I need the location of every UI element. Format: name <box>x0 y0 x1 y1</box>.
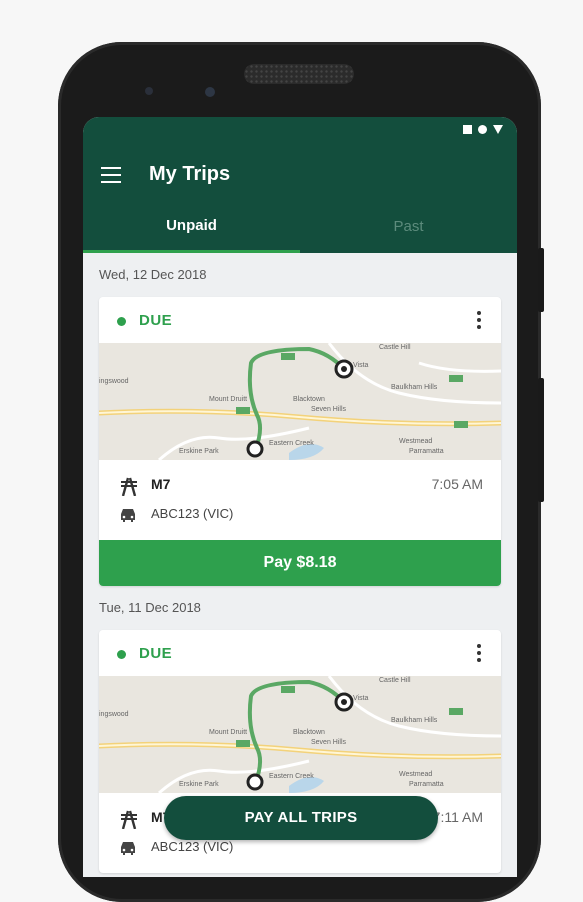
status-bar <box>83 117 517 143</box>
svg-text:Baulkham Hills: Baulkham Hills <box>391 384 438 391</box>
road-name: M7 <box>151 476 171 492</box>
svg-text:Seven Hills: Seven Hills <box>311 406 347 413</box>
svg-text:Parramatta: Parramatta <box>409 781 444 788</box>
app-bar: My Trips Unpaid Past <box>83 143 517 253</box>
svg-text:Westmead: Westmead <box>399 438 432 445</box>
front-camera <box>205 87 215 97</box>
speaker-grille <box>244 64 354 84</box>
sensor <box>145 87 153 95</box>
status-dot-icon <box>117 650 126 659</box>
status-badge: DUE <box>139 312 173 329</box>
circle-icon <box>478 125 487 134</box>
date-header: Wed, 12 Dec 2018 <box>99 267 207 282</box>
svg-text:Baulkham Hills: Baulkham Hills <box>391 717 438 724</box>
svg-text:ingswood: ingswood <box>99 711 129 718</box>
trip-time: 7:11 AM <box>432 809 483 825</box>
square-icon <box>463 125 472 134</box>
tab-bar: Unpaid Past <box>83 203 517 253</box>
power-button <box>538 248 544 312</box>
svg-text:Vista: Vista <box>353 695 369 702</box>
triangle-icon <box>493 125 503 134</box>
svg-text:ingswood: ingswood <box>99 378 129 385</box>
svg-text:Blacktown: Blacktown <box>293 729 325 736</box>
license-plate: ABC123 (VIC) <box>151 506 234 521</box>
svg-text:Mount Druitt: Mount Druitt <box>209 729 247 736</box>
pay-button[interactable]: Pay $8.18 <box>99 540 501 586</box>
car-icon <box>121 509 135 522</box>
svg-text:Erskine Park: Erskine Park <box>179 448 219 455</box>
svg-text:Mount Druitt: Mount Druitt <box>209 396 247 403</box>
svg-text:Eastern Creek: Eastern Creek <box>269 773 314 780</box>
svg-text:Castle Hill: Castle Hill <box>379 677 411 684</box>
trip-time: 7:05 AM <box>431 476 483 492</box>
screen: My Trips Unpaid Past Wed, 12 Dec 2018 DU… <box>83 117 517 877</box>
motorway-icon <box>121 477 137 496</box>
pay-all-trips-button[interactable]: PAY ALL TRIPS <box>164 796 438 840</box>
svg-text:Castle Hill: Castle Hill <box>379 344 411 351</box>
hamburger-menu-icon[interactable] <box>101 167 121 183</box>
svg-text:Blacktown: Blacktown <box>293 396 325 403</box>
license-plate: ABC123 (VIC) <box>151 839 234 854</box>
status-badge: DUE <box>139 645 173 662</box>
tab-unpaid[interactable]: Unpaid <box>83 203 300 253</box>
svg-text:Erskine Park: Erskine Park <box>179 781 219 788</box>
route-map: Castle Hill Vista Baulkham Hills Blackto… <box>99 676 501 793</box>
tab-past[interactable]: Past <box>300 203 517 253</box>
svg-text:Eastern Creek: Eastern Creek <box>269 440 314 447</box>
more-options-icon[interactable] <box>477 644 481 664</box>
svg-text:Vista: Vista <box>353 362 369 369</box>
status-dot-icon <box>117 317 126 326</box>
trip-list: Wed, 12 Dec 2018 DUE Castle Hill Vista B… <box>83 253 517 873</box>
svg-text:Seven Hills: Seven Hills <box>311 739 347 746</box>
page-title: My Trips <box>149 163 231 185</box>
svg-text:Parramatta: Parramatta <box>409 448 444 455</box>
car-icon <box>121 842 135 855</box>
volume-button <box>538 378 544 502</box>
svg-text:Westmead: Westmead <box>399 771 432 778</box>
more-options-icon[interactable] <box>477 311 481 331</box>
route-map: Castle Hill Vista Baulkham Hills Blackto… <box>99 343 501 460</box>
date-header: Tue, 11 Dec 2018 <box>99 600 201 615</box>
motorway-icon <box>121 810 137 829</box>
trip-card[interactable]: DUE Castle Hill Vista Baulkham Hills Bla… <box>99 297 501 586</box>
